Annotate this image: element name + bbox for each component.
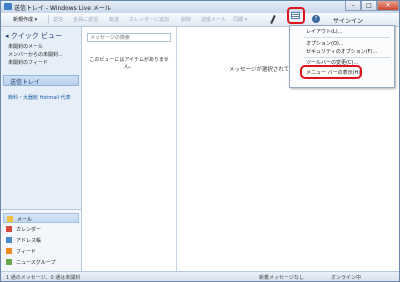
menu-divider	[304, 37, 390, 38]
quick-view-unread-contacts[interactable]: メンバーからの未開封...	[8, 51, 63, 58]
reply-button[interactable]: 返信	[53, 16, 63, 23]
signin-button[interactable]: サインイン	[333, 16, 363, 25]
close-button[interactable]: ✕	[377, 1, 399, 11]
sync-button[interactable]: 同期 ▾	[233, 16, 247, 23]
show-menu-bar-highlight	[300, 65, 362, 79]
calendar-icon	[6, 226, 12, 232]
quick-view-unread-mail[interactable]: 未開封のメール	[8, 43, 43, 50]
nav-calendar[interactable]: カレンダー	[3, 224, 79, 234]
search-input[interactable]	[87, 33, 171, 42]
menu-divider	[304, 57, 390, 58]
new-button[interactable]: 新規作成 ▾	[13, 16, 37, 23]
nav-newsgroups[interactable]: ニュースグループ	[3, 257, 79, 267]
folder-outbox-label: 送信トレイ	[10, 79, 41, 86]
quick-view-unread-feeds[interactable]: 未開封のフィード	[8, 59, 48, 66]
folder-pane: ◂ クイック ビュー 未開封のメール メンバーからの未開封... 未開封のフィー…	[1, 27, 82, 272]
nav-feeds-label: フィード	[16, 249, 36, 255]
junk-button[interactable]: 迷惑メール	[201, 16, 226, 23]
reply-all-button[interactable]: 全員に返信	[73, 16, 98, 23]
status-bar: 1 通のメッセージ、0 通は未開封 新着メッセージなし オンライン中	[1, 271, 399, 281]
windows-live-mail-icon	[4, 3, 12, 10]
help-icon[interactable]: ?	[312, 15, 320, 23]
empty-list-message: このビューにはアイテムがありませ ん。	[84, 57, 174, 71]
empty-list-line-2: ん。	[123, 64, 134, 70]
toolbar-divider	[48, 15, 49, 24]
window-title: 送信トレイ - Windows Live メール	[14, 5, 111, 12]
status-new-messages: 新着メッセージなし	[259, 275, 304, 281]
nav-calendar-label: カレンダー	[16, 227, 42, 233]
menu-button[interactable]	[287, 7, 305, 24]
maximize-button[interactable]: □	[361, 1, 377, 11]
newsgroup-icon	[6, 259, 12, 265]
delete-button[interactable]: 削除	[181, 16, 191, 23]
add-to-calendar-button[interactable]: カレンダーに追加	[129, 16, 169, 23]
nav-contacts[interactable]: アドレス帳	[3, 235, 79, 245]
quick-views-header[interactable]: ◂ クイック ビュー	[5, 31, 62, 41]
nav-mail-label: メール	[17, 217, 33, 223]
menu-item-layout[interactable]: レイアウト(L)...	[306, 28, 342, 35]
feed-icon	[6, 248, 12, 254]
account-folder[interactable]: 簡科・大器館 Hotmail 代表	[8, 94, 71, 101]
status-online[interactable]: オンライン中	[331, 274, 361, 281]
menu-dropdown: レイアウト(L)... オプション(O)... セキュリティのオプション(F).…	[289, 25, 395, 88]
status-message-count: 1 通のメッセージ、0 通は未開封	[6, 275, 81, 281]
menu-item-options[interactable]: オプション(O)...	[306, 40, 344, 47]
nav-feeds[interactable]: フィード	[3, 246, 79, 256]
message-list: このビューにはアイテムがありませ ん。	[82, 27, 177, 271]
forward-button[interactable]: 転送	[109, 16, 119, 23]
module-switcher: メール カレンダー アドレス帳 フィード ニュースグループ	[1, 209, 81, 272]
mail-icon	[7, 216, 13, 222]
nav-contacts-label: アドレス帳	[16, 238, 42, 244]
title-bar: 送信トレイ - Windows Live メール – □ ✕	[1, 1, 399, 13]
empty-list-line-1: このビューにはアイテムがありませ	[89, 57, 169, 63]
nav-mail[interactable]: メール	[3, 213, 79, 223]
nav-newsgroups-label: ニュースグループ	[16, 260, 56, 266]
menu-icon	[291, 12, 300, 19]
pen-icon[interactable]	[270, 14, 276, 25]
menu-item-security-options[interactable]: セキュリティのオプション(F)...	[306, 48, 377, 55]
contacts-icon	[6, 237, 12, 243]
folder-outbox[interactable]: 送信トレイ	[3, 75, 79, 86]
minimize-button[interactable]: –	[345, 1, 361, 11]
